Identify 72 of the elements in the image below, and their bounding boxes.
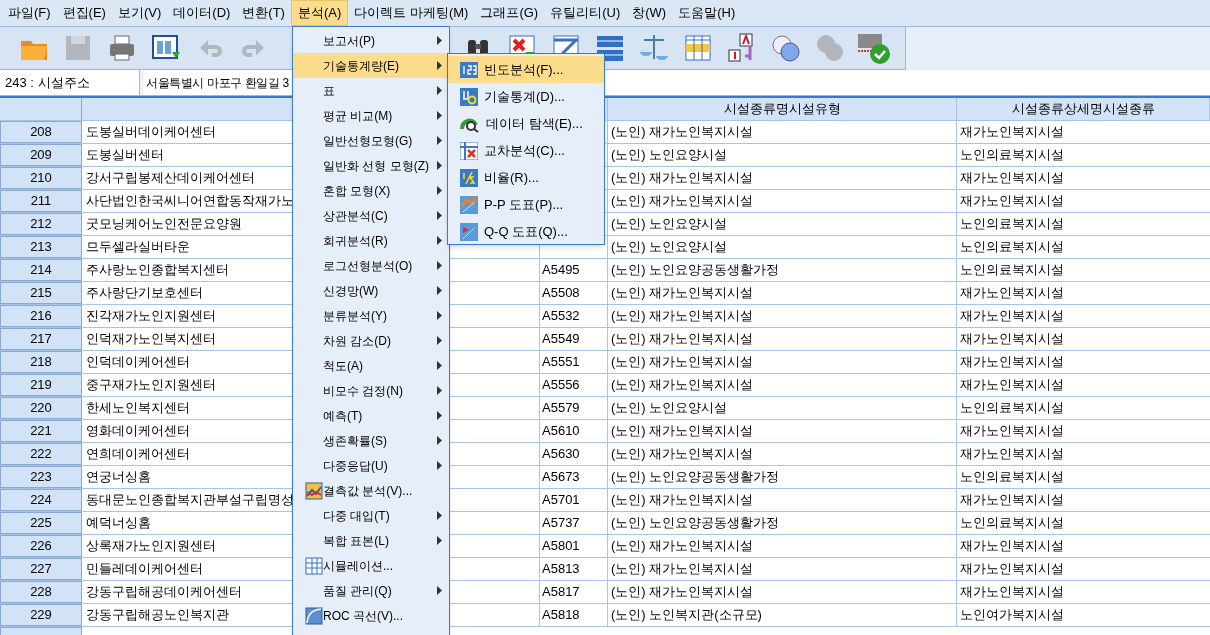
menu-label: 분류분석(Y) xyxy=(323,307,387,325)
table-cell: (노인) 노인요양시설 xyxy=(608,213,957,235)
table-cell-text: 노인의료복지시설 xyxy=(959,215,1065,234)
table-cell-text: 노인여가복지시설 xyxy=(959,606,1065,625)
table-cell: A5495 xyxy=(540,259,608,281)
table-cell: (노인) 노인요양시설 xyxy=(608,236,957,258)
table-cell: (노인) 재가노인복지시설 xyxy=(608,190,957,212)
table-cell: (노인) 재가노인복지시설 xyxy=(608,420,957,442)
table-cell: (노인) 노인요양공동생활가정 xyxy=(608,466,957,488)
table-cell-text: 재가노인복지시설 xyxy=(959,445,1065,464)
table-cell: A5737 xyxy=(540,512,608,534)
table-cell: (노인) 재가노인복지시설 xyxy=(608,167,957,189)
table-cell: (노인) 노인요양시설 xyxy=(608,144,957,166)
menu-label: ROC 곡선(V)... xyxy=(323,607,403,625)
table-cell-text: 재가노인복지시설 xyxy=(959,330,1065,349)
table-cell-text: 재가노인복지시설 xyxy=(959,169,1065,188)
table-cell: A5813 xyxy=(540,558,608,580)
table-cell-text: 재가노인복지시설 xyxy=(959,284,1065,303)
table-cell: (노인) 재가노인복지시설 xyxy=(608,535,957,557)
table-cell: A5549 xyxy=(540,328,608,350)
table-cell: (노인) 재가노인복지시설 xyxy=(608,489,957,511)
table-cell: (노인) 재가노인복지시설 xyxy=(608,351,957,373)
table-cell-text: 노인의료복지시설 xyxy=(959,514,1065,533)
table-cell: A5801 xyxy=(540,535,608,557)
table-cell-text: 노인의료복지시설 xyxy=(959,146,1065,165)
table-cell: (노인) 노인복지관(소규모) xyxy=(608,604,957,626)
menu-label: 차원 감소(D) xyxy=(323,332,391,350)
table-cell-text: 노인의료복지시설 xyxy=(959,399,1065,418)
table-cell: A5556 xyxy=(540,374,608,396)
table-cell-text: 노인의료복지시설 xyxy=(959,261,1065,280)
table-cell: A5532 xyxy=(540,305,608,327)
cell-reference: 243 : 시설주소 xyxy=(0,70,140,95)
table-cell-text: 재가노인복지시설 xyxy=(959,192,1065,211)
table-cell: (노인) 재가노인복지시설 xyxy=(608,328,957,350)
table-cell-text: 재가노인복지시설 xyxy=(959,353,1065,372)
table-cell: (노인) 재가노인복지시설 xyxy=(608,282,957,304)
table-cell: A5630 xyxy=(540,443,608,465)
table-cell: A5610 xyxy=(540,420,608,442)
table-cell: (노인) 재가노인복지시설 xyxy=(608,121,957,143)
table-cell: A5673 xyxy=(540,466,608,488)
table-cell: A5701 xyxy=(540,489,608,511)
menu-label: 시뮬레이션... xyxy=(323,557,393,575)
table-cell: (노인) 노인요양시설 xyxy=(608,397,957,419)
table-cell: A5817 xyxy=(540,581,608,603)
menu-label: 비율(R)... xyxy=(484,168,539,187)
menu-label: 보고서(P) xyxy=(323,32,375,50)
table-cell-text: 재가노인복지시설 xyxy=(959,376,1065,395)
menu-label: 로그선형분석(O) xyxy=(323,257,413,275)
table-cell: (노인) 재가노인복지시설 xyxy=(608,374,957,396)
menu-label: 신경망(W) xyxy=(323,282,379,300)
table-cell-text: 재가노인복지시설 xyxy=(959,307,1065,326)
table-cell-text: 노인의료복지시설 xyxy=(959,238,1065,257)
table-cell-text: 재가노인복지시설 xyxy=(959,560,1065,579)
table-cell-text: 재가노인복지시설 xyxy=(959,583,1065,602)
table-cell: (노인) 재가노인복지시설 xyxy=(608,443,957,465)
table-cell: A5818 xyxy=(540,604,608,626)
table-cell: (노인) 재가노인복지시설 xyxy=(608,558,957,580)
table-cell: (노인) 노인요양공동생활가정 xyxy=(608,512,957,534)
table-cell: A5579 xyxy=(540,397,608,419)
menu-label: 척도(A) xyxy=(323,357,363,375)
table-cell-text: 노인의료복지시설 xyxy=(959,468,1065,487)
menu-label: 품질 관리(Q) xyxy=(323,582,392,600)
table-cell: (노인) 노인요양공동생활가정 xyxy=(608,259,957,281)
menu-label: 복합 표본(L) xyxy=(323,532,389,550)
table-cell-text: 재가노인복지시설 xyxy=(959,422,1065,441)
table-cell: (노인) 재가노인복지시설 xyxy=(608,581,957,603)
table-cell: (노인) 재가노인복지시설 xyxy=(608,305,957,327)
table-cell: A5551 xyxy=(540,351,608,373)
table-cell-text: 재가노인복지시설 xyxy=(959,537,1065,556)
table-cell-text: 재가노인복지시설 xyxy=(959,491,1065,510)
table-cell-text: 재가노인복지시설 xyxy=(959,123,1065,142)
table-cell: A5508 xyxy=(540,282,608,304)
